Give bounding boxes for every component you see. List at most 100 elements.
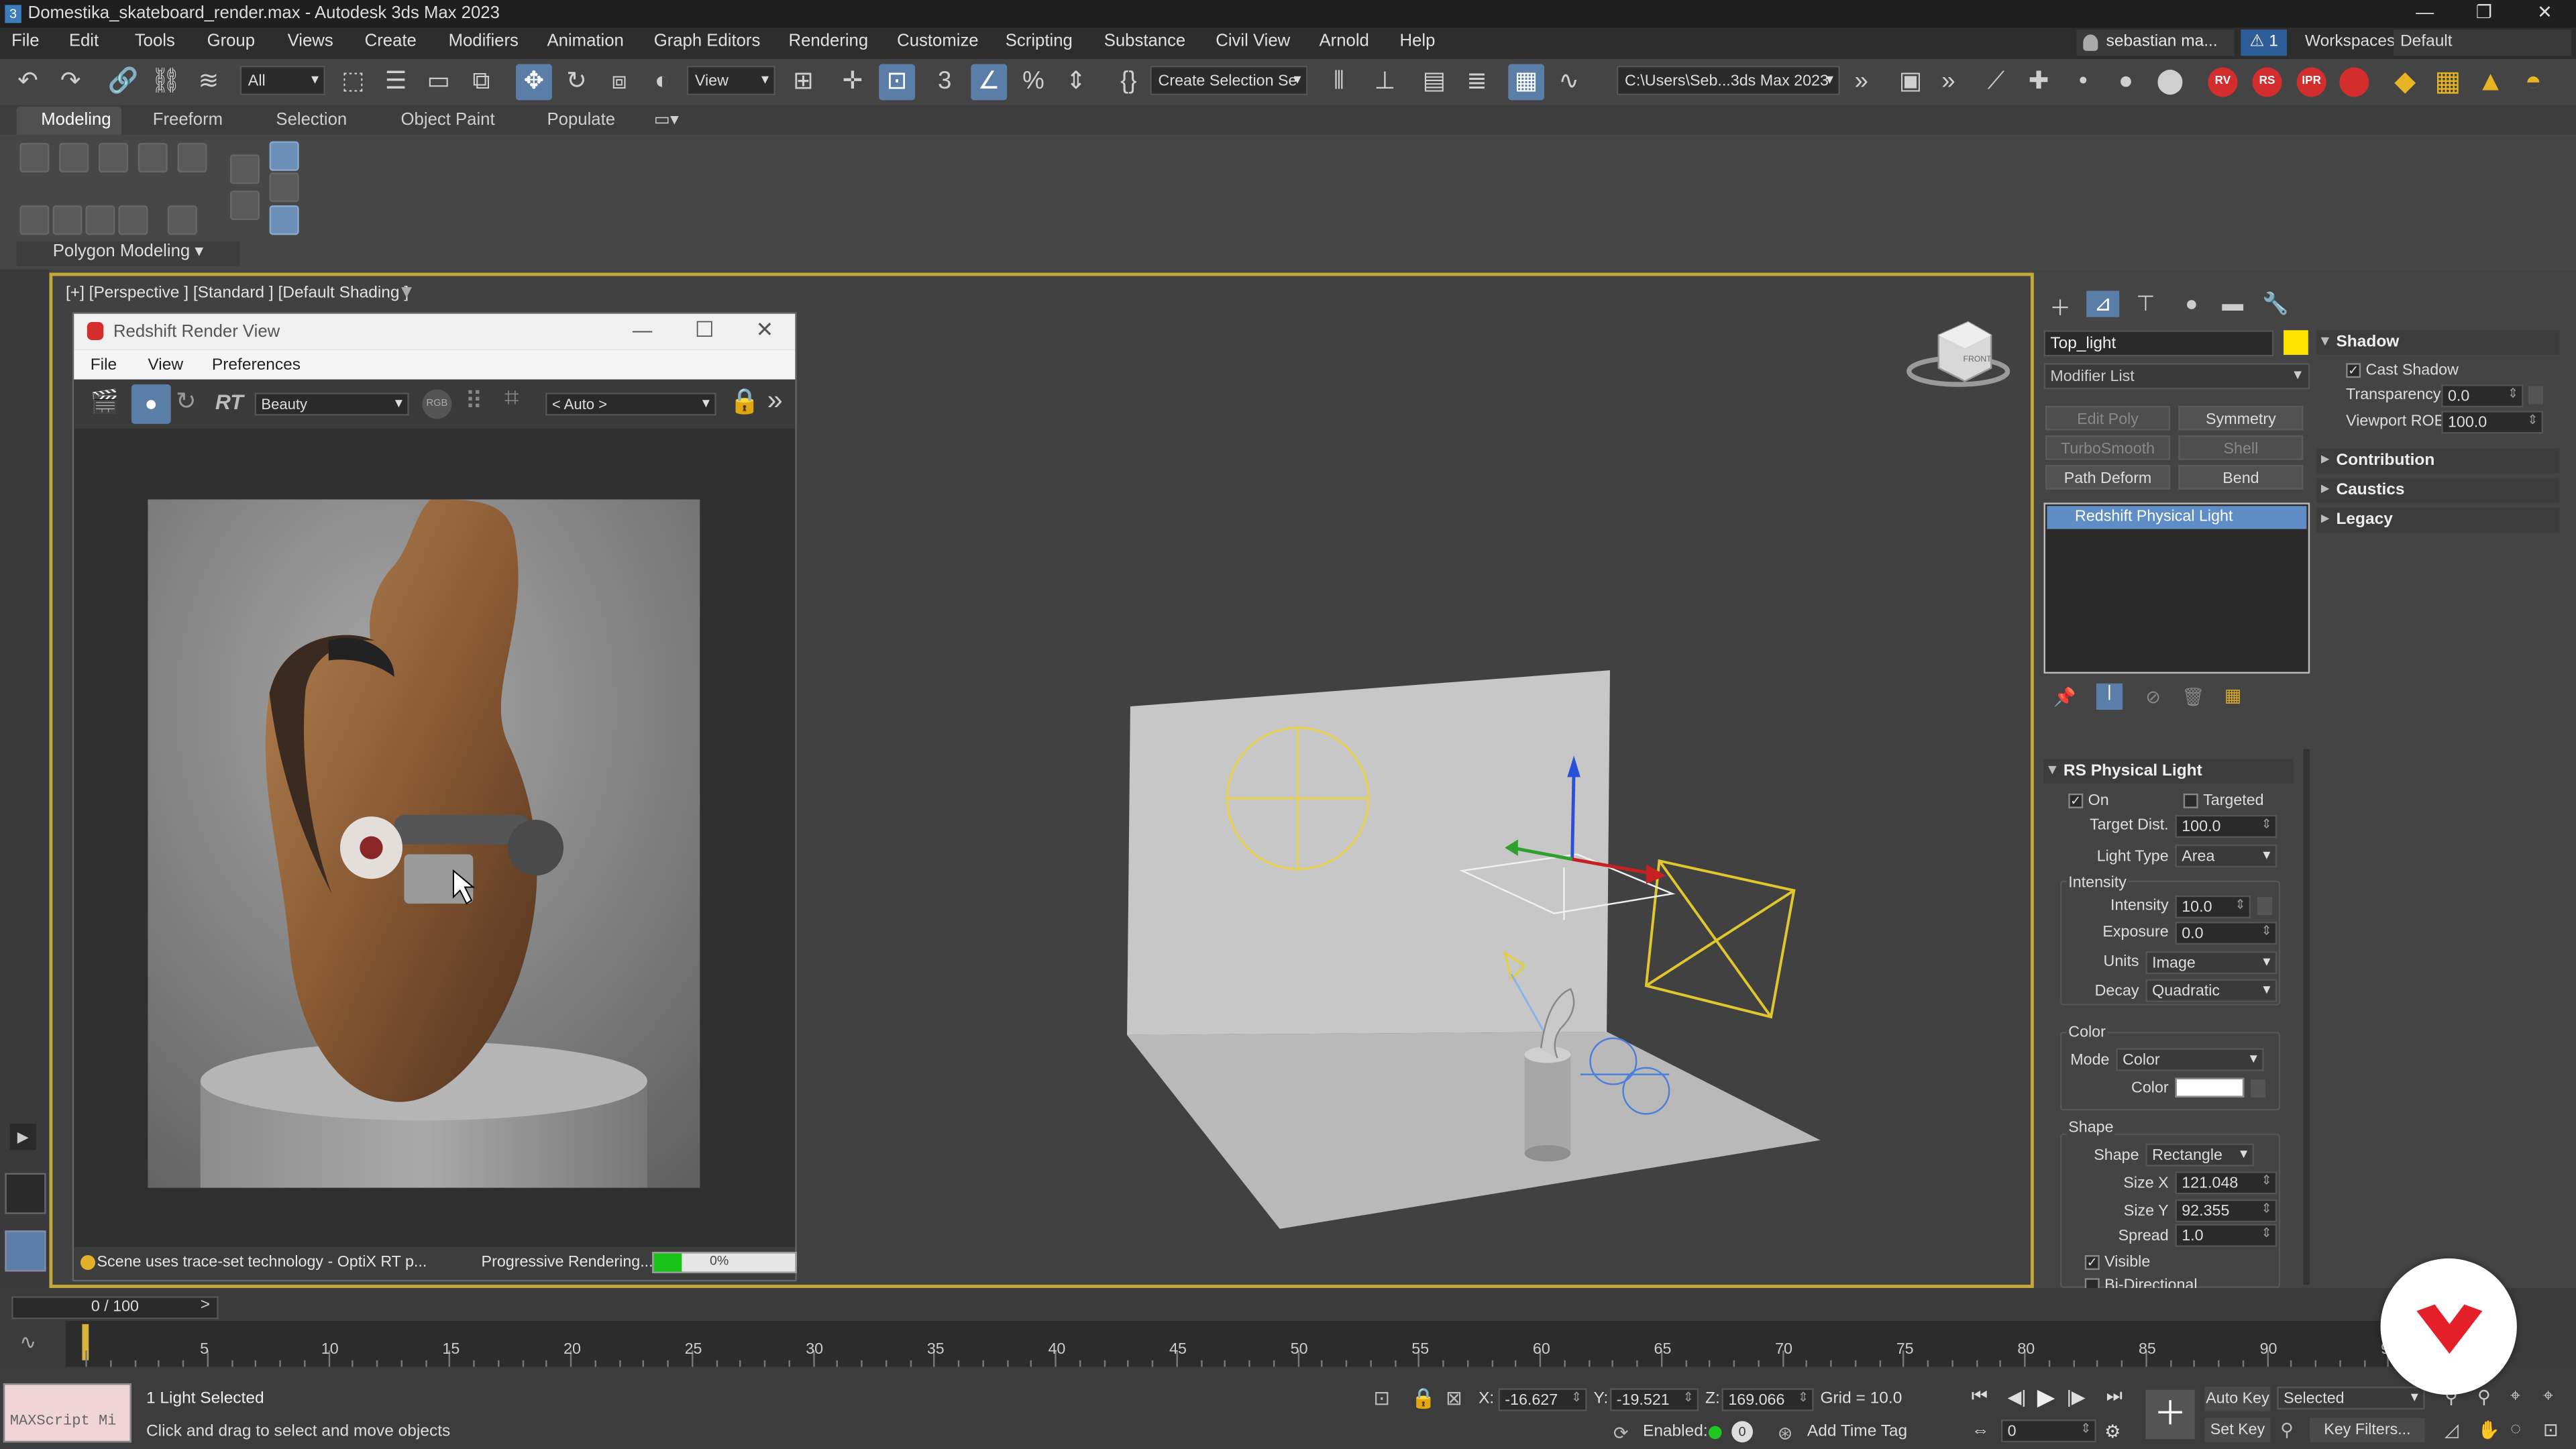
snaps-toggle-icon[interactable]: 3 xyxy=(926,64,963,101)
overflow-icon[interactable]: » xyxy=(767,384,783,417)
pivot-center-icon[interactable]: ⊞ xyxy=(786,64,822,101)
viewport-roe-field[interactable]: 100.0 xyxy=(2441,411,2544,434)
ribbon-tool-icon-12[interactable] xyxy=(52,205,83,235)
redo-icon[interactable]: ↷ xyxy=(52,64,89,101)
rendered-image[interactable] xyxy=(148,499,700,1188)
set-key-icon[interactable]: ＋ xyxy=(2145,1389,2195,1440)
keyboard-shortcut-override-icon[interactable]: ⊡ xyxy=(879,64,916,101)
aov-select[interactable]: Beauty xyxy=(254,392,409,416)
path-deform-button[interactable]: Path Deform xyxy=(2045,465,2171,490)
next-frame-icon[interactable]: > xyxy=(201,1296,210,1314)
contribution-rollout[interactable]: Contribution xyxy=(2316,448,2560,474)
render-setup-icon[interactable]: ▣ xyxy=(1892,64,1929,101)
tab-populate[interactable]: Populate xyxy=(547,110,616,129)
rgb-channel-icon[interactable]: RGB xyxy=(422,389,452,419)
ribbon-tool-icon-11[interactable] xyxy=(19,205,50,235)
ribbon-tool-icon-5[interactable] xyxy=(177,143,207,173)
rv-menu-file[interactable]: File xyxy=(91,356,117,374)
absolute-mode-icon[interactable]: ⊠ xyxy=(1446,1387,1462,1409)
ribbon-tool-icon-15[interactable] xyxy=(167,205,197,235)
ribbon-tool-icon-9[interactable] xyxy=(269,205,299,235)
redshift-proxy-icon[interactable]: ▦ xyxy=(2433,66,2463,97)
select-and-move-icon[interactable]: ✥ xyxy=(515,64,552,101)
restore-icon[interactable]: ❐ xyxy=(2455,0,2514,28)
curve-editor-mini-icon[interactable]: ∿ xyxy=(19,1331,36,1354)
render-frame-window-icon[interactable]: ⟋ xyxy=(1978,64,2015,101)
make-unique-icon[interactable]: ⊘ xyxy=(2145,687,2161,708)
angle-snap-icon[interactable]: ∠ xyxy=(971,64,1008,101)
x-coordinate-field[interactable]: -16.627 xyxy=(1498,1388,1587,1411)
undo-icon[interactable]: ↶ xyxy=(10,64,46,101)
caustics-rollout[interactable]: Caustics xyxy=(2316,478,2560,503)
close-icon[interactable]: ✕ xyxy=(2515,0,2574,28)
viewport-layout-icon[interactable] xyxy=(5,1173,46,1214)
overflow-icon[interactable]: » xyxy=(1843,64,1880,101)
menu-create[interactable]: Create xyxy=(365,32,417,51)
redshift-dome-light-icon[interactable]: ◓ xyxy=(2518,66,2548,97)
edit-named-selection-icon[interactable]: {} xyxy=(1111,64,1147,101)
rectangular-selection-icon[interactable]: ▭ xyxy=(421,64,457,101)
redshift-light-icon[interactable]: ◆ xyxy=(2390,66,2420,97)
modifier-list-dropdown[interactable]: Modifier List ▾ xyxy=(2043,363,2310,390)
auto-key-button[interactable]: Auto Key xyxy=(2204,1386,2271,1411)
create-tab-icon[interactable]: ＋ xyxy=(2044,290,2077,321)
size-y-field[interactable]: 92.355 xyxy=(2175,1199,2277,1223)
ribbon-tool-icon-6[interactable] xyxy=(229,154,260,184)
ribbon-tool-icon-7[interactable] xyxy=(269,141,299,171)
time-tag-icon[interactable]: ⊛ xyxy=(1778,1423,1793,1444)
maxscript-mini-listener[interactable]: MAXScript Mi xyxy=(3,1383,131,1443)
ribbon-tool-icon-10[interactable] xyxy=(229,191,260,221)
expand-icon[interactable]: ▶ xyxy=(9,1124,36,1150)
rt-toggle[interactable]: RT xyxy=(215,389,244,414)
redshift-ipr-icon[interactable]: IPR xyxy=(2296,67,2326,97)
legacy-rollout[interactable]: Legacy xyxy=(2316,507,2560,533)
rv-menu-view[interactable]: View xyxy=(148,356,183,374)
decay-select[interactable]: Quadratic xyxy=(2145,979,2277,1002)
menu-modifiers[interactable]: Modifiers xyxy=(449,32,519,51)
maximize-viewport-icon[interactable]: ⊡ xyxy=(2543,1419,2559,1440)
menu-edit[interactable]: Edit xyxy=(69,32,99,51)
hierarchy-tab-icon[interactable]: ⊤ xyxy=(2129,290,2162,317)
menu-civil-view[interactable]: Civil View xyxy=(1216,32,1290,51)
overflow-icon-2[interactable]: » xyxy=(1931,64,1967,101)
project-path-dropdown[interactable]: C:\Users\Seb...3ds Max 2023 xyxy=(1616,65,1840,96)
color-map-button[interactable] xyxy=(2251,1079,2266,1097)
rv-menu-preferences[interactable]: Preferences xyxy=(212,356,301,374)
ribbon-options-icon[interactable]: ▭▾ xyxy=(654,110,679,129)
edit-poly-button[interactable]: Edit Poly xyxy=(2045,405,2171,431)
size-x-field[interactable]: 121.048 xyxy=(2175,1171,2277,1195)
spinner-snap-icon[interactable]: ⇕ xyxy=(1058,64,1094,101)
modifier-stack[interactable]: Redshift Physical Light xyxy=(2043,502,2310,674)
symmetry-button[interactable]: Symmetry xyxy=(2178,405,2304,431)
remove-modifier-icon[interactable]: 🗑 xyxy=(2182,687,2204,708)
render-start-icon[interactable]: ● xyxy=(131,384,171,424)
rs-physical-light-rollout[interactable]: RS Physical Light xyxy=(2043,759,2294,784)
time-tag-toggle-icon[interactable]: 0 xyxy=(1731,1421,1754,1443)
y-coordinate-field[interactable]: -19.521 xyxy=(1610,1388,1699,1411)
time-config-icon[interactable]: ⚙ xyxy=(2104,1421,2121,1442)
menu-scripting[interactable]: Scripting xyxy=(1006,32,1073,51)
object-name-field[interactable]: Top_light xyxy=(2043,330,2274,357)
transparency-field[interactable]: 0.0 xyxy=(2441,384,2524,408)
transparency-map-button[interactable] xyxy=(2528,386,2544,405)
light-color-swatch[interactable] xyxy=(2175,1077,2245,1097)
camera-select[interactable]: < Auto > xyxy=(545,392,716,416)
intensity-map-button[interactable] xyxy=(2257,897,2272,916)
command-panel-scrollbar[interactable] xyxy=(2303,749,2310,1285)
next-frame-button-icon[interactable]: |▶ xyxy=(2067,1387,2086,1407)
menu-arnold[interactable]: Arnold xyxy=(1320,32,1369,51)
ribbon-tool-icon-14[interactable] xyxy=(118,205,148,235)
shell-button[interactable]: Shell xyxy=(2178,435,2304,460)
shadow-rollout[interactable]: Shadow xyxy=(2316,330,2560,355)
light-type-select[interactable]: Area xyxy=(2175,844,2277,868)
units-select[interactable]: Image xyxy=(2145,951,2277,975)
selection-lock-icon[interactable]: 🔒 xyxy=(1411,1387,1436,1409)
orbit-icon[interactable]: ◌ xyxy=(2510,1419,2521,1439)
menu-animation[interactable]: Animation xyxy=(547,32,624,51)
go-to-end-icon[interactable]: ⏭ xyxy=(2106,1387,2123,1408)
render-in-cloud-icon[interactable]: ⬤ xyxy=(2152,64,2188,101)
ribbon-tool-icon-13[interactable] xyxy=(85,205,115,235)
menu-rendering[interactable]: Rendering xyxy=(789,32,869,51)
manipulate-icon[interactable]: ✛ xyxy=(835,64,871,101)
tab-object-paint[interactable]: Object Paint xyxy=(401,110,495,129)
